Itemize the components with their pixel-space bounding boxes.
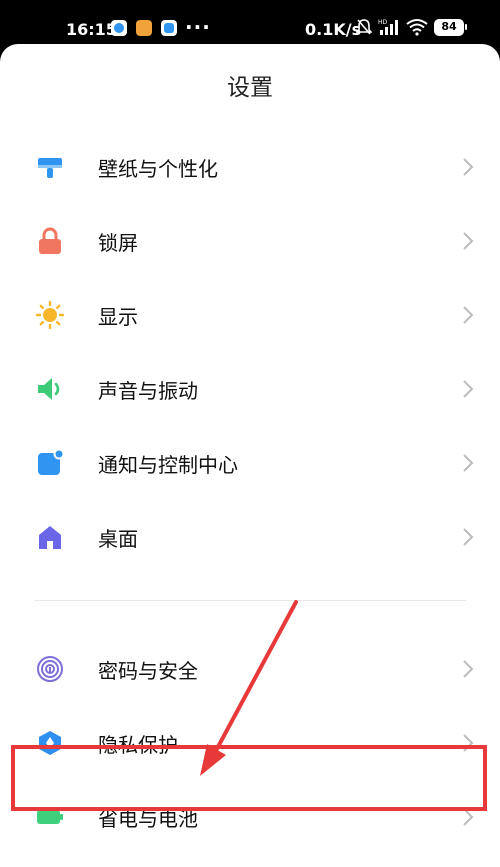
- settings-item-home-screen[interactable]: 桌面: [0, 500, 500, 574]
- app-notification-icon: [111, 20, 127, 36]
- home-icon: [39, 526, 61, 549]
- wifi-icon: [406, 19, 428, 36]
- chevron-right-icon: [463, 454, 474, 472]
- lock-icon: [39, 227, 61, 254]
- notification-icon: [38, 449, 64, 475]
- app-notification-icon: [161, 20, 177, 36]
- settings-item-label: 桌面: [98, 527, 138, 551]
- chevron-right-icon: [463, 660, 474, 678]
- page-title: 设置: [227, 75, 273, 101]
- chevron-right-icon: [463, 306, 474, 324]
- chevron-right-icon: [463, 380, 474, 398]
- section-divider: [34, 600, 466, 601]
- settings-item-label: 通知与控制中心: [98, 453, 238, 477]
- settings-item-password-security[interactable]: 密码与安全: [0, 632, 500, 706]
- speaker-icon: [38, 378, 60, 400]
- chevron-right-icon: [463, 232, 474, 250]
- highlight-box: [11, 745, 487, 811]
- status-bar: 16:15 ··· 0.1K/s HD 84: [0, 0, 500, 48]
- network-speed: 0.1K/s: [305, 20, 362, 39]
- app-notification-icon: [136, 20, 152, 36]
- status-time: 16:15: [66, 20, 117, 39]
- battery-indicator: 84: [434, 18, 467, 36]
- fingerprint-icon: [37, 656, 63, 682]
- sun-icon: [36, 301, 64, 329]
- settings-item-label: 壁纸与个性化: [98, 157, 218, 181]
- settings-panel: 设置 壁纸与个性化 锁屏 显示 声音与振动 通知与控制中心 桌面 密码与安全 隐…: [0, 44, 500, 867]
- settings-item-lockscreen[interactable]: 锁屏: [0, 204, 500, 278]
- battery-level: 84: [441, 19, 457, 33]
- chevron-right-icon: [463, 528, 474, 546]
- settings-item-wallpaper[interactable]: 壁纸与个性化: [0, 130, 500, 204]
- settings-item-notifications[interactable]: 通知与控制中心: [0, 426, 500, 500]
- status-app-icons: [111, 20, 177, 36]
- hd-label: HD: [378, 19, 388, 26]
- settings-item-label: 声音与振动: [98, 379, 198, 403]
- settings-item-display[interactable]: 显示: [0, 278, 500, 352]
- wallpaper-brush-icon: [38, 158, 62, 178]
- mute-icon: [356, 19, 372, 35]
- settings-item-label: 密码与安全: [98, 659, 198, 683]
- status-more-dots: ···: [185, 15, 211, 39]
- chevron-right-icon: [463, 158, 474, 176]
- settings-item-label: 显示: [98, 305, 138, 329]
- settings-item-sound[interactable]: 声音与振动: [0, 352, 500, 426]
- settings-item-label: 锁屏: [98, 231, 138, 255]
- signal-icon: HD: [378, 19, 398, 35]
